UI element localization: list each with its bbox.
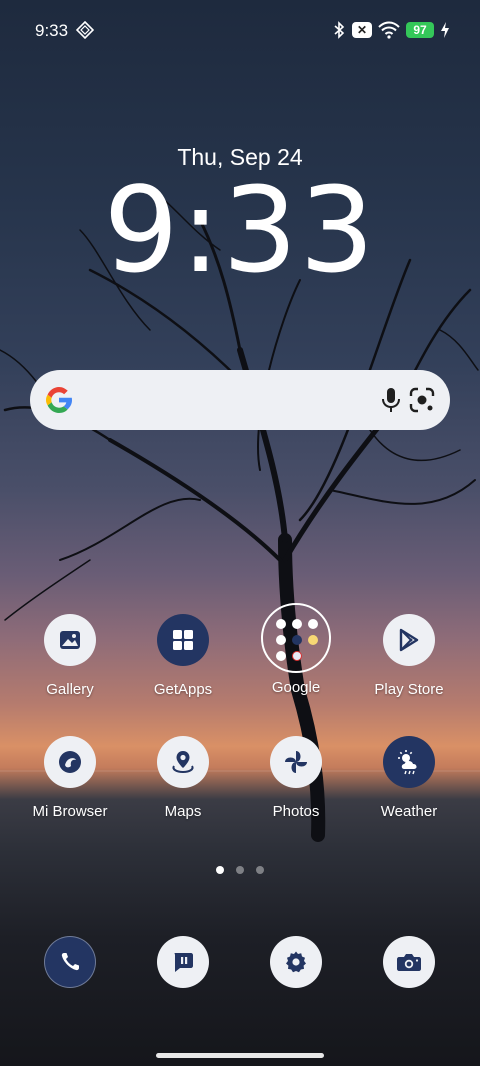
x-badge-icon: ✕ <box>352 22 372 38</box>
page-dot[interactable] <box>216 866 224 874</box>
camera-icon[interactable] <box>383 936 435 988</box>
app-label: Mi Browser <box>32 803 108 820</box>
weather-icon[interactable] <box>383 736 435 788</box>
mi-browser-icon[interactable] <box>44 736 96 788</box>
battery-indicator: 97 <box>406 22 434 38</box>
maps-icon[interactable] <box>157 736 209 788</box>
clock-time[interactable]: 9:33 <box>0 170 480 290</box>
app-label: GetApps <box>153 681 213 698</box>
app-mi-browser[interactable]: Mi Browser <box>15 736 125 820</box>
app-gallery[interactable]: Gallery <box>15 614 125 698</box>
getapps-icon[interactable] <box>157 614 209 666</box>
phone-icon[interactable] <box>44 936 96 988</box>
photos-icon[interactable] <box>270 736 322 788</box>
app-weather[interactable]: Weather <box>354 736 464 820</box>
folder-icon[interactable] <box>261 603 331 673</box>
play-store-icon[interactable] <box>383 614 435 666</box>
status-bar: 9:33 ✕ 97 <box>0 18 480 44</box>
app-play-store[interactable]: Play Store <box>354 614 464 698</box>
app-label: Google <box>271 679 321 696</box>
app-maps[interactable]: Maps <box>128 736 238 820</box>
status-time: 9:33 <box>35 21 69 40</box>
app-google-folder[interactable]: Google <box>241 603 351 696</box>
app-row-2: Mi Browser Maps Photos Weather <box>0 736 480 846</box>
app-getapps[interactable]: GetApps <box>128 614 238 698</box>
page-dot[interactable] <box>256 866 264 874</box>
app-label: Play Store <box>374 681 444 698</box>
lens-icon[interactable] <box>408 386 436 414</box>
app-label: Weather <box>380 803 438 820</box>
page-dot[interactable] <box>236 866 244 874</box>
app-photos[interactable]: Photos <box>241 736 351 820</box>
wifi-icon <box>378 21 400 39</box>
gallery-icon[interactable] <box>44 614 96 666</box>
gesture-home-bar[interactable] <box>156 1053 324 1058</box>
google-search-bar[interactable] <box>30 370 450 430</box>
app-label: Maps <box>164 803 202 820</box>
page-indicator <box>0 866 480 874</box>
messages-icon[interactable] <box>157 936 209 988</box>
settings-icon[interactable] <box>270 936 322 988</box>
diamond-icon <box>76 21 94 39</box>
app-row-1: Gallery GetApps Google Play Store <box>0 603 480 724</box>
charging-icon <box>441 22 449 38</box>
app-label: Photos <box>272 803 320 820</box>
bluetooth-icon <box>334 21 345 39</box>
app-label: Gallery <box>46 681 94 698</box>
dock <box>0 936 480 990</box>
mic-icon[interactable] <box>378 386 404 414</box>
google-g-icon <box>46 387 72 413</box>
